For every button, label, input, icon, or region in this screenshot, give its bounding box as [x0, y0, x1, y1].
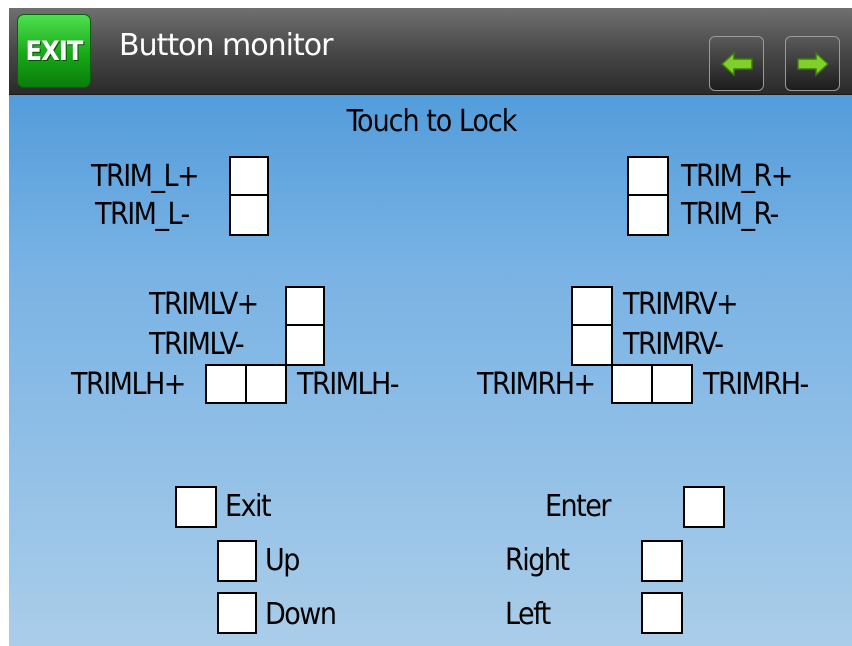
right-key-indicator[interactable]	[641, 540, 683, 582]
trimrh-minus-label: TRIMRH-	[703, 367, 809, 402]
trimlv-minus-label: TRIMLV-	[149, 327, 245, 362]
up-key-indicator[interactable]	[217, 540, 257, 582]
trimrh-plus-label: TRIMRH+	[477, 367, 596, 402]
down-key-indicator[interactable]	[217, 592, 257, 634]
trim-r-minus-indicator[interactable]	[627, 194, 669, 236]
exit-button[interactable]: EXIT	[17, 14, 91, 88]
trimlv-plus-label: TRIMLV+	[149, 287, 259, 322]
touch-to-lock-label[interactable]: Touch to Lock	[9, 104, 852, 139]
left-key-label: Left	[505, 597, 551, 632]
previous-page-button[interactable]	[709, 36, 764, 91]
trim-r-plus-label: TRIM_R+	[681, 159, 793, 194]
trim-l-plus-indicator[interactable]	[229, 156, 269, 196]
enter-key-indicator[interactable]	[683, 486, 725, 528]
trimlh-plus-indicator[interactable]	[205, 364, 247, 404]
left-key-indicator[interactable]	[641, 592, 683, 634]
trimrv-plus-label: TRIMRV+	[623, 287, 739, 322]
trim-l-plus-label: TRIM_L+	[91, 159, 200, 194]
button-monitor-screen: EXIT Button monitor Touch to Lock TRIM_L…	[9, 8, 852, 646]
next-page-button[interactable]	[785, 36, 840, 91]
trimlh-plus-label: TRIMLH+	[71, 367, 186, 402]
title-bar: EXIT Button monitor	[9, 8, 852, 95]
trimrv-minus-label: TRIMRV-	[623, 327, 724, 362]
trim-r-minus-label: TRIM_R-	[681, 197, 779, 232]
page-title: Button monitor	[119, 28, 333, 63]
trim-r-plus-indicator[interactable]	[627, 156, 669, 196]
trim-l-minus-indicator[interactable]	[229, 194, 269, 236]
trim-l-minus-label: TRIM_L-	[95, 197, 190, 232]
arrow-left-icon	[720, 50, 753, 77]
trimrv-minus-indicator[interactable]	[571, 324, 613, 366]
right-key-label: Right	[505, 543, 570, 578]
trimlv-minus-indicator[interactable]	[285, 324, 325, 366]
down-key-label: Down	[265, 597, 337, 632]
up-key-label: Up	[265, 543, 300, 578]
exit-key-label: Exit	[225, 489, 272, 524]
trimlh-minus-indicator[interactable]	[245, 364, 287, 404]
trimrh-plus-indicator[interactable]	[611, 364, 653, 404]
arrow-right-icon	[796, 50, 829, 77]
trimrv-plus-indicator[interactable]	[571, 286, 613, 326]
trimrh-minus-indicator[interactable]	[651, 364, 693, 404]
trimlh-minus-label: TRIMLH-	[297, 367, 400, 402]
enter-key-label: Enter	[545, 489, 611, 524]
trimlv-plus-indicator[interactable]	[285, 286, 325, 326]
exit-key-indicator[interactable]	[175, 486, 217, 528]
